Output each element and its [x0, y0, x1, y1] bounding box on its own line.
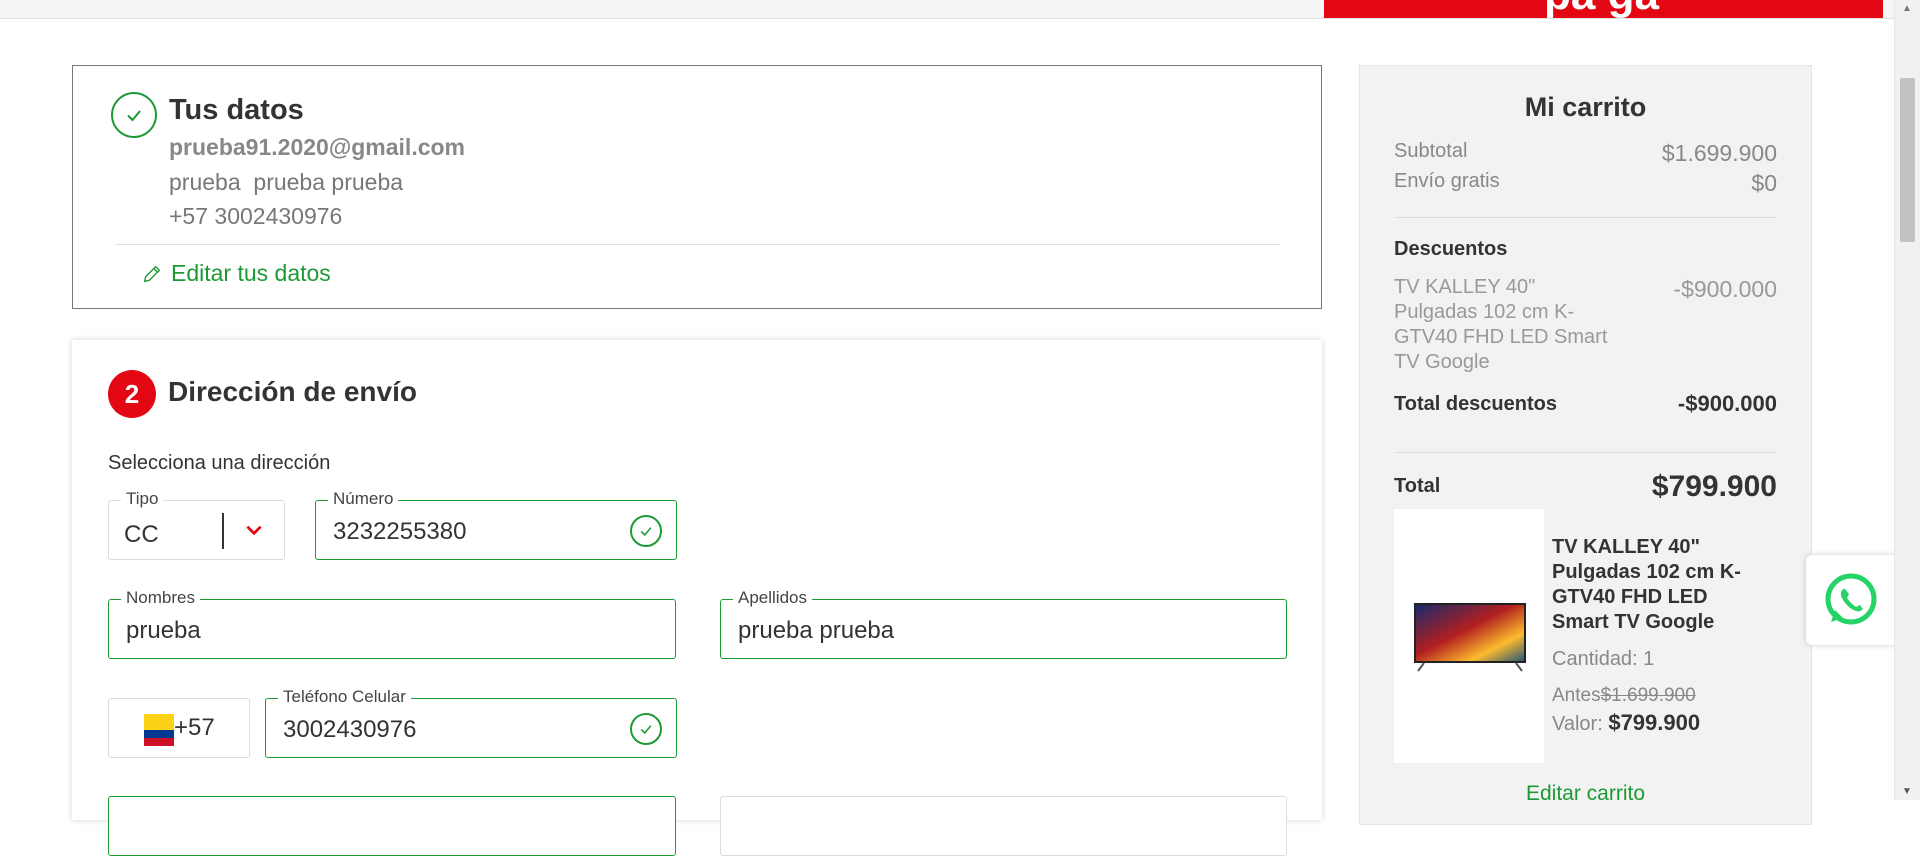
- colombia-flag-icon: [144, 714, 174, 746]
- discount-item-value: -$900.000: [1673, 276, 1777, 302]
- field-value: CC: [124, 521, 159, 548]
- shipping-row: Envío gratis $0: [1394, 170, 1777, 197]
- country-code: +57: [174, 714, 215, 741]
- field-value: prueba: [126, 617, 201, 644]
- next-field-left[interactable]: [108, 796, 676, 856]
- cart-title: Mi carrito: [1524, 92, 1647, 122]
- field-value: 3002430976: [283, 716, 417, 743]
- first-name-input[interactable]: Nombres prueba: [108, 588, 676, 659]
- product-image[interactable]: [1394, 509, 1544, 763]
- whatsapp-button[interactable]: [1806, 555, 1896, 645]
- user-phone: +57 3002430976: [169, 203, 343, 229]
- divider: [115, 244, 1280, 245]
- scrollbar-thumb[interactable]: [1900, 78, 1915, 242]
- value-label: Valor:: [1552, 713, 1609, 735]
- field-value: prueba prueba: [738, 617, 895, 644]
- check-circle-icon: [630, 713, 662, 745]
- next-field-right[interactable]: [720, 796, 1287, 856]
- total-discounts-value: -$900.000: [1677, 391, 1777, 416]
- cart-summary: Mi carrito Subtotal $1.699.900 Envío gra…: [1359, 65, 1812, 825]
- address-subtitle: Selecciona una dirección: [108, 452, 331, 474]
- total-label: Total: [1394, 475, 1441, 497]
- user-name: prueba prueba prueba: [169, 169, 404, 195]
- section-title: Tus datos: [169, 94, 304, 126]
- field-label: Número: [328, 489, 399, 509]
- check-circle-icon: [630, 515, 662, 547]
- last-name-input[interactable]: Apellidos prueba prueba: [720, 588, 1287, 659]
- discount-item-name: TV KALLEY 40" Pulgadas 102 cm K-GTV40 FH…: [1394, 276, 1608, 373]
- product-quantity: Cantidad: 1: [1552, 648, 1655, 670]
- field-label: Apellidos: [733, 588, 812, 608]
- top-banner[interactable]: pa ga: [1324, 0, 1883, 18]
- section-title: Dirección de envío: [168, 376, 417, 407]
- edit-data-link[interactable]: Editar tus datos: [141, 260, 331, 287]
- product-name: TV KALLEY 40" Pulgadas 102 cm K-GTV40 FH…: [1552, 536, 1741, 633]
- before-label: Antes: [1552, 685, 1601, 706]
- field-label: Tipo: [121, 489, 164, 509]
- check-circle-icon: [111, 92, 157, 138]
- tv-image: [1414, 603, 1526, 672]
- edit-data-label: Editar tus datos: [171, 260, 331, 286]
- discounts-title: Descuentos: [1394, 238, 1508, 260]
- total-discounts-label: Total descuentos: [1394, 393, 1557, 415]
- pencil-icon: [143, 265, 161, 282]
- scroll-up-icon[interactable]: ▲: [1902, 3, 1912, 14]
- top-banner-text: pa ga: [1544, 0, 1659, 18]
- whatsapp-icon: [1825, 573, 1877, 625]
- product-price: Valor: $799.900: [1552, 710, 1700, 736]
- separator: [222, 513, 224, 549]
- field-value: 3232255380: [333, 518, 467, 545]
- document-number-input[interactable]: Número 3232255380: [315, 489, 677, 560]
- value-amount: $799.900: [1608, 710, 1701, 735]
- tus-datos-card: Tus datos prueba91.2020@gmail.com prueba…: [72, 65, 1322, 309]
- divider: [1394, 452, 1777, 453]
- subtotal-value: $1.699.900: [1661, 140, 1777, 166]
- subtotal-label: Subtotal: [1394, 140, 1468, 162]
- scroll-down-icon[interactable]: ▼: [1902, 786, 1912, 797]
- shipping-address-card: 2 Dirección de envío Selecciona una dire…: [72, 340, 1322, 856]
- user-email: prueba91.2020@gmail.com: [169, 134, 466, 160]
- total-value: $799.900: [1651, 470, 1777, 503]
- country-code-select[interactable]: +57: [108, 698, 250, 758]
- shipping-label: Envío gratis: [1394, 170, 1500, 192]
- scrollbar[interactable]: ▲ ▼: [1894, 0, 1920, 800]
- subtotal-row: Subtotal $1.699.900: [1394, 140, 1777, 167]
- shipping-value: $0: [1751, 170, 1777, 196]
- mobile-phone-input[interactable]: Teléfono Celular 3002430976: [265, 687, 677, 758]
- field-label: Teléfono Celular: [278, 687, 411, 707]
- before-value: $1.699.900: [1600, 685, 1696, 706]
- divider: [1394, 217, 1777, 218]
- product-before-price: Antes$1.699.900: [1552, 685, 1696, 707]
- chevron-down-icon: [246, 525, 262, 536]
- field-label: Nombres: [121, 588, 200, 608]
- step-badge: 2: [108, 370, 156, 418]
- document-type-select[interactable]: Tipo CC: [108, 489, 285, 560]
- edit-cart-link[interactable]: Editar carrito: [1360, 782, 1811, 806]
